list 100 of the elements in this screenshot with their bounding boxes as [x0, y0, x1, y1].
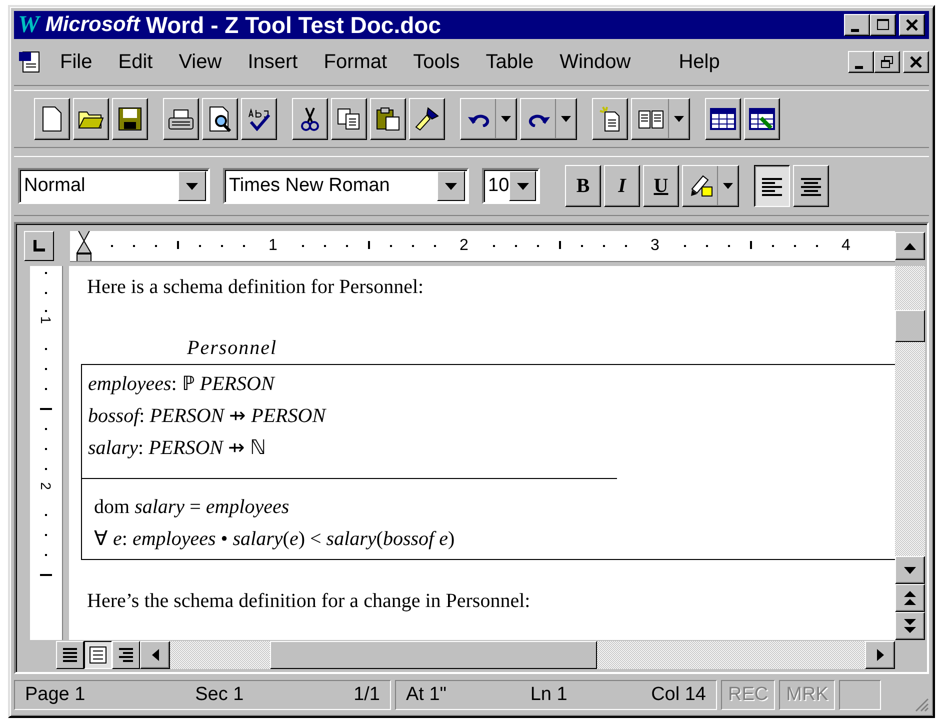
print-preview-button[interactable]	[202, 98, 238, 140]
align-center-button[interactable]	[793, 165, 829, 207]
close-button[interactable]	[903, 51, 929, 73]
lines-icon	[61, 646, 79, 664]
ruler-number: 1	[268, 236, 278, 254]
menu-item[interactable]: Insert	[236, 50, 312, 74]
underline-button[interactable]: U	[643, 165, 679, 207]
copy-icon	[337, 108, 361, 130]
status-column: Col 14	[651, 684, 706, 706]
schema-name: Personnel	[187, 337, 278, 360]
format-painter-button[interactable]	[409, 98, 445, 140]
caret-icon	[723, 183, 733, 189]
paragraph: Here is a schema definition for Personnel:	[87, 276, 425, 299]
open-button[interactable]	[73, 98, 109, 140]
insert-worksheet-button[interactable]	[744, 98, 780, 140]
scissors-icon	[300, 106, 320, 132]
status-line: Ln 1	[530, 684, 568, 706]
down-arrow-icon	[904, 566, 916, 574]
status-pane	[839, 680, 882, 710]
menu-item[interactable]: Help	[666, 50, 734, 74]
save-button[interactable]	[112, 98, 148, 140]
menu-item[interactable]: File	[48, 50, 106, 74]
bold-button[interactable]: B	[565, 165, 601, 207]
caret-icon	[186, 182, 198, 190]
double-up-arrow-icon	[904, 591, 916, 605]
status-section: Sec 1	[195, 684, 244, 706]
maximize-button[interactable]	[870, 14, 896, 36]
italic-button[interactable]: I	[604, 165, 640, 207]
cut-button[interactable]	[292, 98, 328, 140]
page-icon	[89, 646, 107, 664]
highlighter-icon	[689, 175, 713, 197]
close-icon	[909, 55, 923, 69]
up-arrow-icon	[904, 242, 916, 250]
page-layout-view-button[interactable]	[84, 641, 112, 669]
scroll-up-button[interactable]	[895, 232, 925, 260]
minimize-button[interactable]	[844, 14, 870, 36]
previous-page-button[interactable]	[895, 584, 925, 612]
insert-table-button[interactable]	[705, 98, 741, 140]
maximize-icon	[876, 18, 890, 32]
minimize-button[interactable]	[848, 51, 874, 73]
menu-item[interactable]: Window	[548, 50, 645, 74]
insert-document-button[interactable]	[592, 98, 628, 140]
resize-grip-icon[interactable]	[913, 696, 929, 712]
scroll-thumb[interactable]	[895, 310, 925, 342]
restore-icon	[880, 55, 894, 69]
menu-item[interactable]: Format	[312, 50, 402, 74]
close-button[interactable]	[899, 14, 925, 36]
status-position: At 1"	[406, 684, 447, 706]
redo-button[interactable]	[520, 98, 577, 140]
right-arrow-icon	[876, 649, 884, 661]
align-center-icon	[800, 176, 822, 196]
status-page-count: 1/1	[354, 684, 380, 706]
style-dropdown[interactable]: Normal	[18, 168, 210, 204]
status-page: Page 1	[25, 684, 86, 706]
menu-item[interactable]: Tools	[401, 50, 474, 74]
caret-icon	[445, 182, 457, 190]
spelling-check-icon	[246, 107, 272, 131]
outline-view-button[interactable]	[112, 641, 140, 669]
caret-icon	[674, 116, 684, 122]
indent-marker-icon[interactable]	[76, 230, 92, 260]
paste-button[interactable]	[370, 98, 406, 140]
close-icon	[905, 18, 919, 32]
open-book-button[interactable]	[631, 98, 690, 140]
normal-view-button[interactable]	[56, 641, 84, 669]
outline-icon	[117, 646, 135, 664]
clipboard-icon	[376, 107, 400, 131]
copy-button[interactable]	[331, 98, 367, 140]
spelling-button[interactable]	[241, 98, 277, 140]
document-icon[interactable]	[18, 50, 42, 74]
font-size-dropdown[interactable]: 10	[482, 168, 540, 204]
scroll-down-button[interactable]	[895, 556, 925, 584]
new-document-button[interactable]	[34, 98, 70, 140]
paragraph: Here’s the schema definition for a change in Personnel:	[87, 590, 532, 613]
highlight-button[interactable]	[682, 165, 739, 207]
app-logo: W	[18, 12, 40, 38]
schema-predicate: ∀ e: employees • salary(e) < salary(bossof e)	[93, 527, 456, 552]
menu-item[interactable]: View	[166, 50, 236, 74]
tab-selector-button[interactable]	[24, 231, 54, 261]
restore-button[interactable]	[874, 51, 900, 73]
print-button[interactable]	[163, 98, 199, 140]
menu-item[interactable]: Table	[474, 50, 548, 74]
scroll-left-button[interactable]	[140, 641, 170, 669]
window-brand: Microsoft	[45, 13, 140, 37]
sparkle-page-icon	[599, 106, 621, 132]
font-dropdown[interactable]: Times New Roman	[223, 168, 469, 204]
open-book-icon	[638, 110, 664, 128]
undo-button[interactable]	[460, 98, 517, 140]
scroll-thumb[interactable]	[270, 641, 597, 669]
ruler-number: 4	[840, 236, 852, 254]
scroll-right-button[interactable]	[865, 641, 895, 669]
align-left-button[interactable]	[754, 165, 790, 207]
menu-item[interactable]: Edit	[106, 50, 167, 74]
paintbrush-icon	[415, 107, 439, 131]
schema-declaration: bossof: PERSON ⇸ PERSON	[88, 404, 328, 429]
left-tab-icon	[33, 240, 45, 252]
worksheet-icon	[749, 108, 775, 130]
ruler-number: 3	[650, 236, 660, 254]
next-page-button[interactable]	[895, 612, 925, 640]
schema-declaration: employees: ℙ PERSON	[88, 372, 276, 397]
caret-icon	[501, 116, 511, 122]
